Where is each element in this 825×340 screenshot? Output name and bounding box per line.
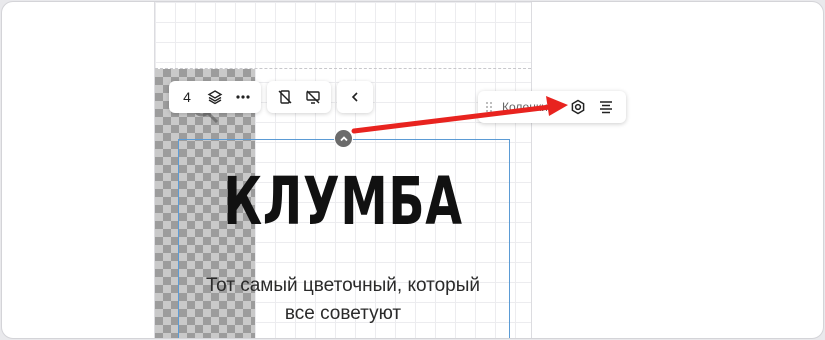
align-center-icon[interactable] (592, 93, 620, 121)
hide-desktop-icon[interactable] (299, 83, 327, 111)
toolbar-group-collapse (337, 81, 373, 113)
hide-mobile-icon[interactable] (271, 83, 299, 111)
toolbar-group-visibility (267, 81, 331, 113)
screenshot-frame: КЛУМБА Тот самый цветочный, который все … (1, 1, 824, 339)
subtitle-line-2: все советуют (284, 303, 402, 324)
block-subtitle[interactable]: Тот самый цветочный, который все советую… (173, 272, 513, 328)
chevron-up-icon[interactable] (334, 129, 353, 148)
columns-label: Колонки (502, 100, 548, 114)
drag-handle-icon[interactable] (482, 101, 496, 113)
layer-count[interactable]: 4 (173, 83, 201, 111)
toolbar-group-main: 4 (169, 81, 261, 113)
block-title[interactable]: КЛУМБА (208, 162, 479, 242)
editor-canvas: КЛУМБА Тот самый цветочный, который все … (154, 2, 532, 338)
columns-panel: Колонки (478, 91, 626, 123)
gear-icon[interactable] (564, 93, 592, 121)
subtitle-line-1: Тот самый цветочный, который (205, 275, 481, 296)
block-toolbar: 4 (169, 81, 373, 113)
more-icon[interactable] (229, 83, 257, 111)
layers-icon[interactable] (201, 83, 229, 111)
chevron-left-icon[interactable] (341, 83, 369, 111)
